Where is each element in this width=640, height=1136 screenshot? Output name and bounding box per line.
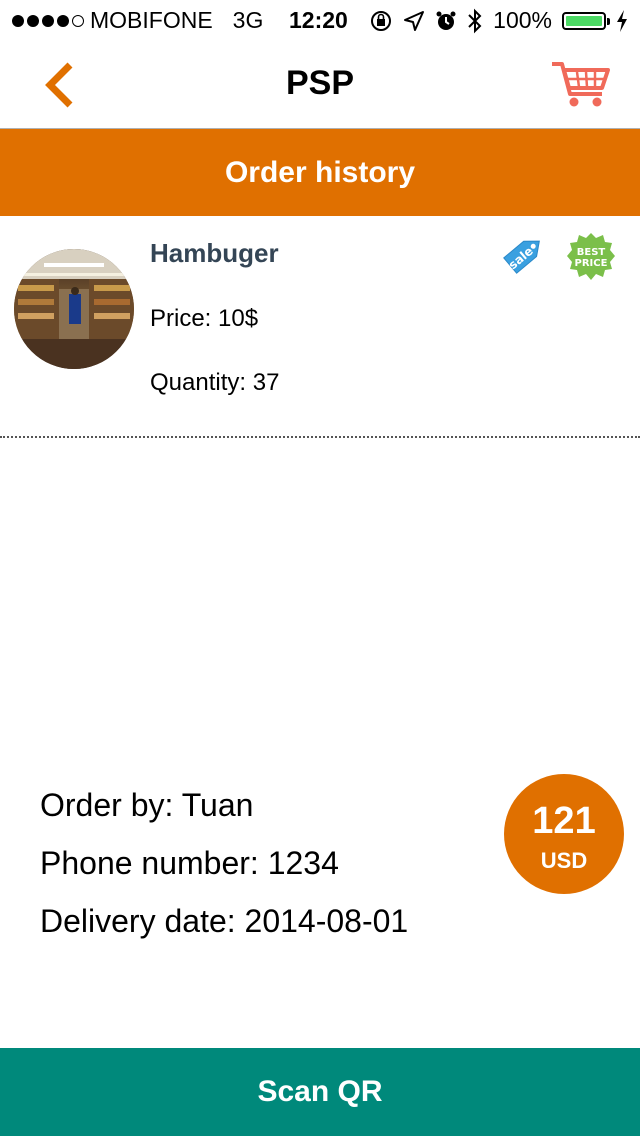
product-quantity: Quantity: 37	[150, 369, 280, 396]
best-badge-line2: PRICE	[575, 258, 608, 269]
status-time: 12:20	[289, 7, 348, 33]
cart-button[interactable]	[550, 60, 612, 110]
order-by: Order by: Tuan	[40, 787, 254, 823]
best-price-badge-icon: BEST PRICE	[567, 233, 615, 280]
status-left: MOBIFONE 3G	[12, 7, 263, 34]
status-bar: MOBIFONE 3G 12:20 100%	[0, 0, 640, 40]
network-type: 3G	[232, 7, 264, 33]
delivery-date: Delivery date: 2014-08-01	[40, 903, 409, 939]
product-image	[14, 249, 134, 369]
location-arrow-icon	[404, 10, 425, 31]
carrier-name: MOBIFONE	[90, 7, 213, 33]
product-price: Price: 10$	[150, 305, 259, 332]
bluetooth-icon	[468, 8, 482, 33]
page-title: PSP	[285, 64, 355, 102]
signal-dot	[12, 14, 24, 27]
scan-qr-button[interactable]: Scan QR	[0, 1048, 640, 1136]
signal-strength-icon	[12, 14, 84, 27]
battery-icon	[562, 11, 610, 30]
signal-dot	[42, 14, 54, 27]
charging-bolt-icon	[617, 9, 627, 32]
total-badge: 121 USD	[504, 774, 624, 894]
signal-dot	[27, 14, 39, 27]
total-currency: USD	[540, 848, 588, 873]
store-photo	[14, 249, 134, 369]
signal-dot	[57, 14, 69, 27]
order-info: Order by: Tuan Phone number: 1234 Delive…	[40, 776, 408, 950]
product-name: Hambuger	[150, 238, 279, 268]
battery-fill	[566, 15, 602, 26]
section-header: Order history	[0, 129, 640, 216]
status-right: 100%	[369, 7, 628, 34]
signal-dot	[72, 14, 84, 27]
battery-percent: 100%	[493, 7, 552, 33]
shopping-cart-icon	[552, 62, 610, 107]
best-badge-line1: BEST	[577, 247, 606, 258]
phone-number: Phone number: 1234	[40, 845, 339, 881]
sale-tag-icon: sale	[503, 240, 540, 274]
total-amount: 121	[532, 800, 596, 842]
alarm-clock-icon	[436, 11, 456, 30]
nav-bar: PSP	[0, 40, 640, 129]
rotation-lock-icon	[371, 10, 392, 31]
